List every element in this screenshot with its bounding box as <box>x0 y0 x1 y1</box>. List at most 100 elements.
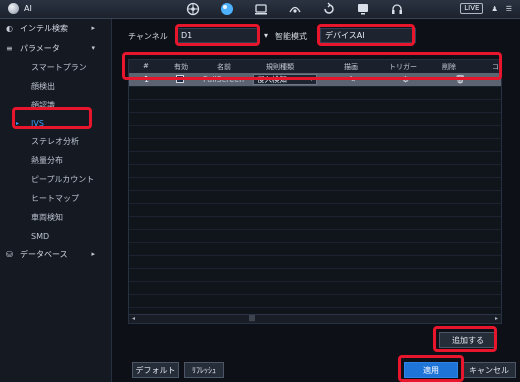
chevron-down-icon: ▾ <box>264 31 269 40</box>
header-more: コ <box>492 63 499 71</box>
mode-select[interactable]: デバイスAI <box>320 28 416 43</box>
settings-cycle-icon[interactable] <box>322 2 336 16</box>
header-draw: 描画 <box>344 63 358 71</box>
sidebar-item-label: パラメータ <box>20 43 60 53</box>
sidebar-item-heatmap[interactable]: ヒートマップ <box>0 189 111 207</box>
sidebar-item-vehicle-detection[interactable]: 車両検知 <box>0 208 111 226</box>
sidebar-item-people-count[interactable]: ピープルカウント <box>0 170 111 188</box>
default-button[interactable]: デフォルト <box>132 362 179 378</box>
storage-icon[interactable] <box>254 2 268 16</box>
menu-icon[interactable]: ☰ <box>506 5 512 13</box>
sidebar-item-intel-search[interactable]: ◐ インテル検索 ▸ <box>0 19 111 37</box>
sidebar-item-label: SMD <box>31 231 50 241</box>
header-rule-type: 規則種類 <box>266 63 294 71</box>
top-right-controls: LIVE ♟ ☰ <box>460 3 512 14</box>
sidebar-item-label: 顔認識 <box>31 100 55 110</box>
table-row <box>129 281 501 295</box>
sidebar-item-database[interactable]: ⛁ データベース ▸ <box>0 245 111 263</box>
chevron-down-icon: ▾ <box>91 44 95 52</box>
sidebar-item-label: ステレオ分析 <box>31 136 79 146</box>
sidebar-item-label: スマートプラン <box>31 62 87 72</box>
chevron-right-icon: ▸ <box>91 250 95 258</box>
top-bar: AI LIVE ♟ ☰ <box>0 0 520 19</box>
rule-type-value: 侵入検知 <box>257 75 287 84</box>
table-row <box>129 216 501 230</box>
header-trigger: トリガー <box>389 63 417 71</box>
table-row <box>129 164 501 178</box>
horizontal-scrollbar[interactable]: ◂ ||| ▸ <box>129 314 501 323</box>
scroll-left-icon[interactable]: ◂ <box>132 315 135 323</box>
delete-trash-icon[interactable]: 🗑 <box>455 75 465 84</box>
ai-icon[interactable] <box>220 2 234 16</box>
sidebar-item-label: インテル検索 <box>20 23 68 33</box>
sidebar-item-label: ヒートマップ <box>31 193 79 203</box>
list-icon: ≡ <box>6 43 13 53</box>
main-panel: チャンネル D1 ▾ 智能模式 デバイスAI # 有効 名前 規則種類 描画 ト… <box>112 19 520 382</box>
table-row <box>129 229 501 243</box>
app-title-area: AI <box>8 3 32 14</box>
sidebar-item-label: データベース <box>20 249 68 259</box>
mode-value: デバイスAI <box>325 31 365 40</box>
draw-pencil-icon[interactable]: ✎ <box>349 75 356 84</box>
table-row[interactable]: 1 ✓ FullScreen 侵入検知 ▾ ✎ ⚙ 🗑 <box>129 73 501 87</box>
chevron-right-icon: ▸ <box>91 24 95 32</box>
rule-table: # 有効 名前 規則種類 描画 トリガー 削除 コ 1 ✓ FullScreen… <box>128 59 502 324</box>
header-enable: 有効 <box>174 63 188 71</box>
sidebar-item-smd[interactable]: SMD <box>0 227 111 245</box>
table-row <box>129 125 501 139</box>
camera-icon[interactable] <box>288 2 302 16</box>
live-button[interactable]: LIVE <box>460 3 484 14</box>
table-row <box>129 203 501 217</box>
table-row <box>129 177 501 191</box>
header-delete: 削除 <box>442 63 456 71</box>
network-icon[interactable] <box>186 2 200 16</box>
table-row <box>129 151 501 165</box>
row-index: 1 <box>144 75 150 84</box>
channel-select[interactable]: D1 <box>176 28 260 43</box>
table-row <box>129 255 501 269</box>
sidebar-item-label: ピープルカウント <box>31 174 95 184</box>
person-search-icon: ◐ <box>6 23 13 33</box>
sidebar-item-label: 車両検知 <box>31 212 63 222</box>
refresh-button[interactable]: ﾘﾌﾚｯｼｭ <box>184 362 224 378</box>
sidebar-item-smart-plan[interactable]: スマートプラン <box>0 58 111 76</box>
sidebar-item-heat-distribution[interactable]: 熱量分布 <box>0 151 111 169</box>
table-row <box>129 112 501 126</box>
sidebar-item-ivs[interactable]: ▸ IVS <box>0 114 111 132</box>
apply-button[interactable]: 適用 <box>404 362 458 378</box>
table-header: # 有効 名前 規則種類 描画 トリガー 削除 コ <box>129 60 501 74</box>
scroll-thumb[interactable]: ||| <box>249 316 258 322</box>
channel-value: D1 <box>181 31 193 40</box>
rule-type-select[interactable]: 侵入検知 ▾ <box>253 74 317 85</box>
table-row <box>129 294 501 308</box>
active-marker-icon: ▸ <box>16 119 20 127</box>
mode-label: 智能模式 <box>275 32 307 41</box>
monitor-icon[interactable] <box>356 2 370 16</box>
table-row <box>129 86 501 100</box>
sidebar: ◐ インテル検索 ▸ ≡ パラメータ ▾ スマートプラン 顔検出 顔認識 ▸ I… <box>0 19 112 382</box>
header-name: 名前 <box>217 63 231 71</box>
top-icon-bar <box>186 2 404 16</box>
scroll-right-icon[interactable]: ▸ <box>495 315 498 323</box>
cancel-button[interactable]: キャンセル <box>462 362 516 378</box>
channel-label: チャンネル <box>128 32 168 41</box>
enable-checkbox[interactable]: ✓ <box>176 75 184 83</box>
header-index: # <box>143 62 149 70</box>
table-row <box>129 242 501 256</box>
user-icon[interactable]: ♟ <box>491 5 497 13</box>
sidebar-item-face-recognition[interactable]: 顔認識 <box>0 96 111 114</box>
sidebar-item-label: 熱量分布 <box>31 155 63 165</box>
sidebar-item-label: 顔検出 <box>31 81 55 91</box>
trigger-gear-icon[interactable]: ⚙ <box>402 75 409 84</box>
table-row <box>129 138 501 152</box>
row-name: FullScreen <box>203 75 245 84</box>
table-row <box>129 99 501 113</box>
sidebar-item-stereo-analysis[interactable]: ステレオ分析 <box>0 132 111 150</box>
filter-row: チャンネル D1 ▾ 智能模式 デバイスAI <box>112 28 520 44</box>
headset-icon[interactable] <box>390 2 404 16</box>
sidebar-item-face-detection[interactable]: 顔検出 <box>0 77 111 95</box>
sidebar-item-label: IVS <box>31 118 44 128</box>
add-button[interactable]: 追加する <box>439 332 497 348</box>
chevron-down-icon: ▾ <box>309 76 313 83</box>
sidebar-item-parameters[interactable]: ≡ パラメータ ▾ <box>0 39 111 57</box>
